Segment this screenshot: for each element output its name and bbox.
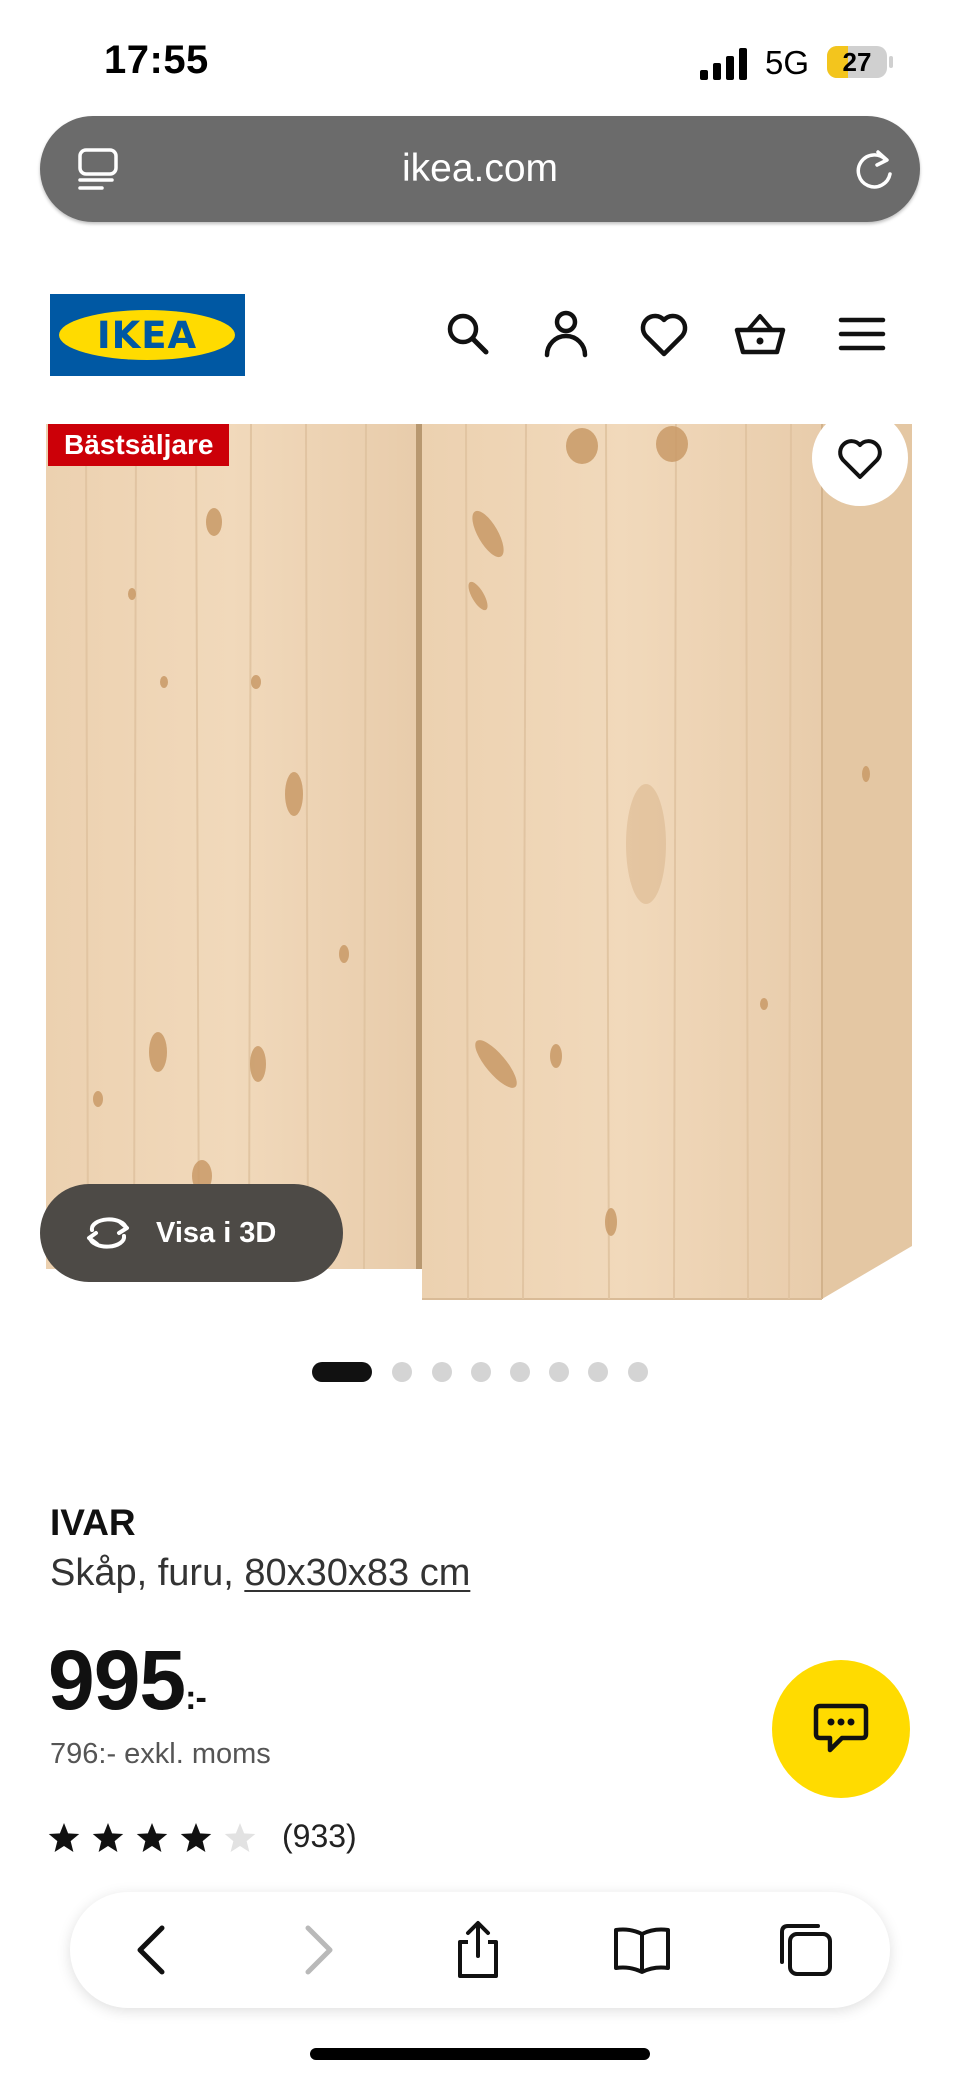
battery-indicator: 27 xyxy=(826,44,894,80)
signal-icon xyxy=(700,48,747,80)
account-icon[interactable] xyxy=(540,308,592,360)
rotate-3d-icon xyxy=(87,1217,129,1249)
product-image[interactable] xyxy=(46,424,912,1304)
cabinet-illustration xyxy=(46,424,912,1300)
menu-icon[interactable] xyxy=(836,308,888,360)
ikea-logo[interactable]: IKEA xyxy=(50,294,245,376)
star-1 xyxy=(48,1823,80,1852)
star-5 xyxy=(224,1823,256,1852)
carousel-dot-1[interactable] xyxy=(312,1362,372,1382)
bestseller-badge: Bästsäljare xyxy=(48,424,230,466)
chat-button[interactable] xyxy=(772,1660,910,1798)
carousel-dot-2[interactable] xyxy=(392,1362,412,1382)
bookmarks-icon[interactable] xyxy=(612,1920,672,1980)
product-price: 995:- xyxy=(48,1632,207,1729)
star-4 xyxy=(180,1823,212,1852)
carousel-dot-6[interactable] xyxy=(549,1362,569,1382)
carousel-dot-7[interactable] xyxy=(588,1362,608,1382)
product-type: Skåp, furu, xyxy=(50,1552,234,1594)
chat-icon xyxy=(813,1703,869,1753)
price-suffix: :- xyxy=(185,1679,207,1717)
view-3d-label: Visa i 3D xyxy=(156,1217,277,1249)
heart-icon[interactable] xyxy=(638,308,690,360)
address-bar[interactable]: ikea.com xyxy=(40,116,920,222)
product-description: Skåp, furu, 80x30x83 cm xyxy=(50,1552,470,1595)
home-indicator xyxy=(310,2048,650,2060)
price-value: 995 xyxy=(48,1633,186,1727)
carousel-dot-5[interactable] xyxy=(510,1362,530,1382)
view-3d-button[interactable]: Visa i 3D xyxy=(40,1184,343,1282)
share-icon[interactable] xyxy=(448,1920,508,1980)
logo-text: IKEA xyxy=(96,314,198,357)
tabs-icon[interactable] xyxy=(776,1920,836,1980)
cart-icon[interactable] xyxy=(734,308,786,360)
battery-level: 27 xyxy=(842,47,872,77)
search-icon[interactable] xyxy=(442,308,494,360)
network-type: 5G xyxy=(765,44,810,81)
product-size-link[interactable]: 80x30x83 cm xyxy=(244,1552,470,1594)
heart-icon xyxy=(838,439,882,479)
price-excl-vat: 796:- exkl. moms xyxy=(50,1738,271,1770)
carousel-dot-8[interactable] xyxy=(628,1362,648,1382)
add-to-wishlist-button[interactable] xyxy=(812,410,908,506)
star-2 xyxy=(92,1823,124,1852)
url-text[interactable]: ikea.com xyxy=(40,116,920,222)
back-icon[interactable] xyxy=(124,1920,184,1980)
carousel-dot-3[interactable] xyxy=(432,1362,452,1382)
review-count[interactable]: (933) xyxy=(282,1818,357,1855)
status-time: 17:55 xyxy=(104,38,209,82)
reload-icon[interactable] xyxy=(852,146,896,192)
product-name: IVAR xyxy=(50,1502,136,1543)
rating-stars[interactable] xyxy=(48,1820,268,1856)
carousel-dot-4[interactable] xyxy=(471,1362,491,1382)
forward-icon[interactable] xyxy=(286,1920,346,1980)
browser-toolbar xyxy=(70,1892,890,2008)
star-3 xyxy=(136,1823,168,1852)
